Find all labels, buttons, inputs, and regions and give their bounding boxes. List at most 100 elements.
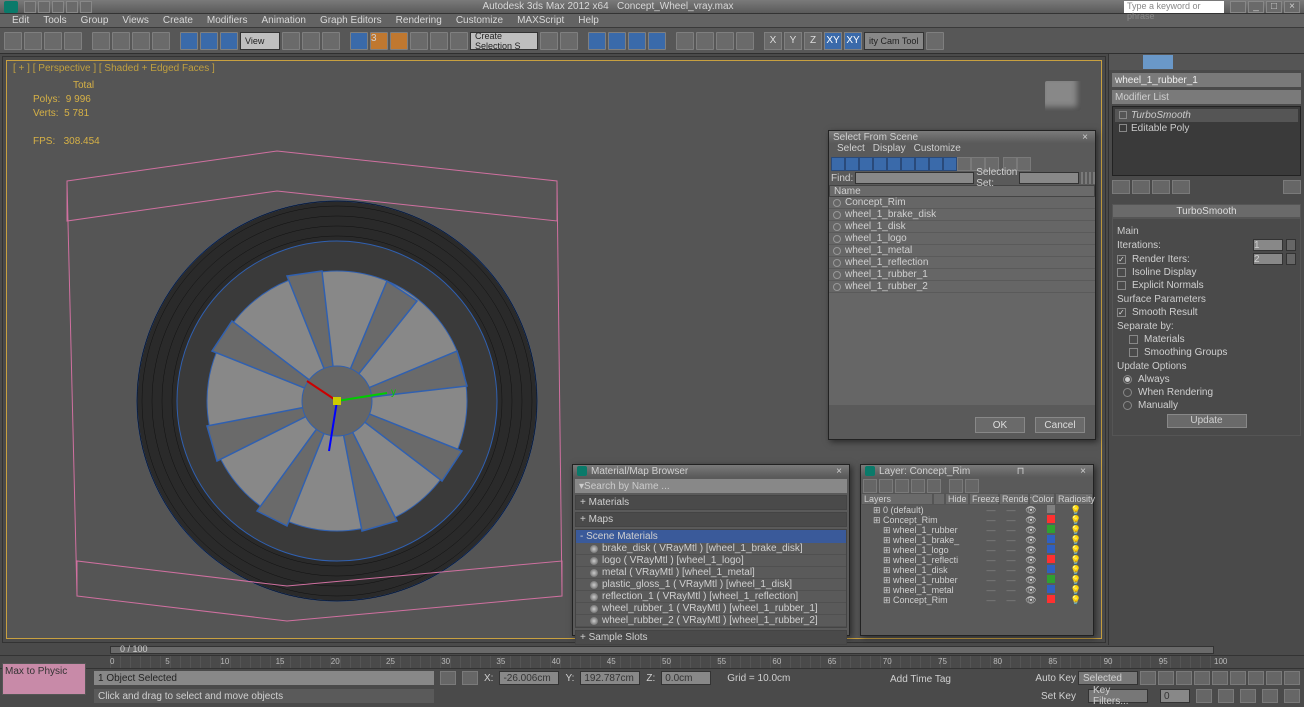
render-iters-checkbox[interactable] xyxy=(1117,255,1126,264)
layer-row[interactable]: ⊞ wheel_1_logo ——👁 💡 xyxy=(861,545,1093,555)
axis-xy-button[interactable]: XY xyxy=(824,32,842,50)
filter-spacewarp-icon[interactable] xyxy=(901,157,915,171)
modifier-stack[interactable]: TurboSmooth Editable Poly xyxy=(1112,106,1301,176)
sfs-menu-display[interactable]: Display xyxy=(873,143,906,155)
next-frame-icon[interactable] xyxy=(1194,671,1210,685)
keyboard-shortcut-button[interactable] xyxy=(322,32,340,50)
render-last-button[interactable] xyxy=(736,32,754,50)
viewcube-icon[interactable] xyxy=(1045,81,1081,111)
z-coord-input[interactable]: 0.0cm xyxy=(661,671,711,685)
sample-slots-header[interactable]: + Sample Slots xyxy=(576,631,846,644)
ok-button[interactable]: OK xyxy=(975,417,1025,433)
mirror-button[interactable] xyxy=(450,32,468,50)
material-item[interactable]: wheel_rubber_2 ( VRayMtl ) [wheel_1_rubb… xyxy=(576,615,846,627)
y-coord-input[interactable]: 192.787cm xyxy=(580,671,640,685)
update-button[interactable]: Update xyxy=(1167,414,1247,428)
selection-set-dropdown[interactable] xyxy=(1019,172,1079,184)
time-slider[interactable]: 0 / 100 xyxy=(0,645,1304,655)
time-config-icon[interactable] xyxy=(1196,689,1212,703)
menu-create[interactable]: Create xyxy=(157,15,199,26)
material-item[interactable]: plastic_gloss_1 ( VRayMtl ) [wheel_1_dis… xyxy=(576,579,846,591)
material-editor-button[interactable] xyxy=(628,32,646,50)
iterations-spin-buttons[interactable] xyxy=(1286,239,1296,251)
select-from-scene-titlebar[interactable]: Select From Scene × xyxy=(829,131,1095,143)
material-item[interactable]: wheel_rubber_1 ( VRayMtl ) [wheel_1_rubb… xyxy=(576,603,846,615)
snap-button[interactable] xyxy=(350,32,368,50)
hide-unhide-icon[interactable] xyxy=(949,479,963,493)
freeze-unfreeze-icon[interactable] xyxy=(965,479,979,493)
help-search-input[interactable]: Type a keyword or phrase xyxy=(1124,1,1224,13)
layer-row[interactable]: ⊞ wheel_1_metal ——👁 💡 xyxy=(861,585,1093,595)
qat-redo-icon[interactable] xyxy=(80,1,92,13)
modifier-editable-poly[interactable]: Editable Poly xyxy=(1115,122,1298,135)
sfs-btn1-icon[interactable] xyxy=(1081,172,1083,184)
smooth-result-checkbox[interactable] xyxy=(1117,308,1126,317)
menu-rendering[interactable]: Rendering xyxy=(390,15,448,26)
nav-maximize-icon[interactable] xyxy=(1262,689,1278,703)
qat-undo-icon[interactable] xyxy=(66,1,78,13)
list-item[interactable]: wheel_1_metal xyxy=(829,245,1095,257)
filter-all-icon[interactable] xyxy=(957,157,971,171)
current-frame-input[interactable]: 0 xyxy=(1160,689,1190,703)
layer-row[interactable]: ⊞ wheel_1_rubber ——👁 💡 xyxy=(861,525,1093,535)
axis-x-button[interactable]: X xyxy=(764,32,782,50)
list-item[interactable]: wheel_1_brake_disk xyxy=(829,209,1095,221)
layer-row[interactable]: ⊞ Concept_Rim ——👁 💡 xyxy=(861,595,1093,605)
select-button[interactable] xyxy=(92,32,110,50)
nav-dolly-icon[interactable] xyxy=(1284,689,1300,703)
filter-lights-icon[interactable] xyxy=(859,157,873,171)
set-key-button[interactable]: Set Key xyxy=(1041,691,1076,702)
layer-manager-titlebar[interactable]: Layer: Concept_Rim ⊓ × xyxy=(861,465,1093,477)
layer-row[interactable]: ⊞ 0 (default) ——👁 💡 xyxy=(861,505,1093,515)
pin-icon[interactable]: ⊓ xyxy=(1015,466,1027,477)
unlink-button[interactable] xyxy=(64,32,82,50)
nav-orbit-icon[interactable] xyxy=(1240,689,1256,703)
minimize-button[interactable]: _ xyxy=(1248,1,1264,13)
axis-y-button[interactable]: Y xyxy=(784,32,802,50)
materials-checkbox[interactable] xyxy=(1129,335,1138,344)
nav-fov-icon[interactable] xyxy=(1284,671,1300,685)
tab-hierarchy-icon[interactable] xyxy=(1174,54,1207,70)
qat-open-icon[interactable] xyxy=(38,1,50,13)
key-filter-dropdown[interactable]: Selected xyxy=(1078,671,1138,685)
sfs-menu-customize[interactable]: Customize xyxy=(914,143,961,155)
material-item[interactable]: reflection_1 ( VRayMtl ) [wheel_1_reflec… xyxy=(576,591,846,603)
nav-zoom-all-icon[interactable] xyxy=(1248,671,1264,685)
render-frame-button[interactable] xyxy=(676,32,694,50)
menu-edit[interactable]: Edit xyxy=(6,15,35,26)
col-current[interactable] xyxy=(933,493,945,505)
list-item[interactable]: wheel_1_rubber_1 xyxy=(829,269,1095,281)
layer-list[interactable]: ⊞ 0 (default) ——👁 💡⊞ Concept_Rim ——👁 💡⊞ … xyxy=(861,505,1093,605)
object-name-field[interactable]: wheel_1_rubber_1 xyxy=(1112,73,1301,87)
ref-coord-dropdown[interactable]: View xyxy=(240,32,280,50)
materials-section-header[interactable]: + Materials xyxy=(576,496,846,509)
smoothing-groups-checkbox[interactable] xyxy=(1129,348,1138,357)
tab-utilities-icon[interactable] xyxy=(1272,54,1304,70)
nav-zoom-extents-icon[interactable] xyxy=(1266,671,1282,685)
auto-key-button[interactable]: Auto Key xyxy=(1035,673,1076,684)
scene-materials-header[interactable]: - Scene Materials xyxy=(576,530,846,543)
render-prod-button[interactable] xyxy=(696,32,714,50)
find-input[interactable] xyxy=(855,172,974,184)
render-setup-button[interactable] xyxy=(648,32,666,50)
col-render[interactable]: Render xyxy=(999,493,1029,505)
iterations-spinner[interactable]: 1 xyxy=(1253,239,1283,251)
close-icon[interactable]: × xyxy=(1079,132,1091,143)
explicit-normals-checkbox[interactable] xyxy=(1117,281,1126,290)
delete-layer-icon[interactable] xyxy=(879,479,893,493)
tab-create-icon[interactable] xyxy=(1109,54,1142,70)
col-radiosity[interactable]: Radiosity xyxy=(1055,493,1093,505)
menu-tools[interactable]: Tools xyxy=(37,15,72,26)
remove-modifier-icon[interactable] xyxy=(1172,180,1190,194)
material-item[interactable]: brake_disk ( VRayMtl ) [wheel_1_brake_di… xyxy=(576,543,846,555)
align-button[interactable] xyxy=(540,32,558,50)
maxscript-listener[interactable]: Max to Physic xyxy=(2,663,86,695)
modifier-turbosmooth[interactable]: TurboSmooth xyxy=(1115,109,1298,122)
layer-button[interactable] xyxy=(560,32,578,50)
menu-animation[interactable]: Animation xyxy=(255,15,311,26)
filter-groups-icon[interactable] xyxy=(915,157,929,171)
configure-sets-icon[interactable] xyxy=(1283,180,1301,194)
menu-graph-editors[interactable]: Graph Editors xyxy=(314,15,388,26)
render-iters-spinner[interactable]: 2 xyxy=(1253,253,1283,265)
nav-zoom-icon[interactable] xyxy=(1230,671,1246,685)
